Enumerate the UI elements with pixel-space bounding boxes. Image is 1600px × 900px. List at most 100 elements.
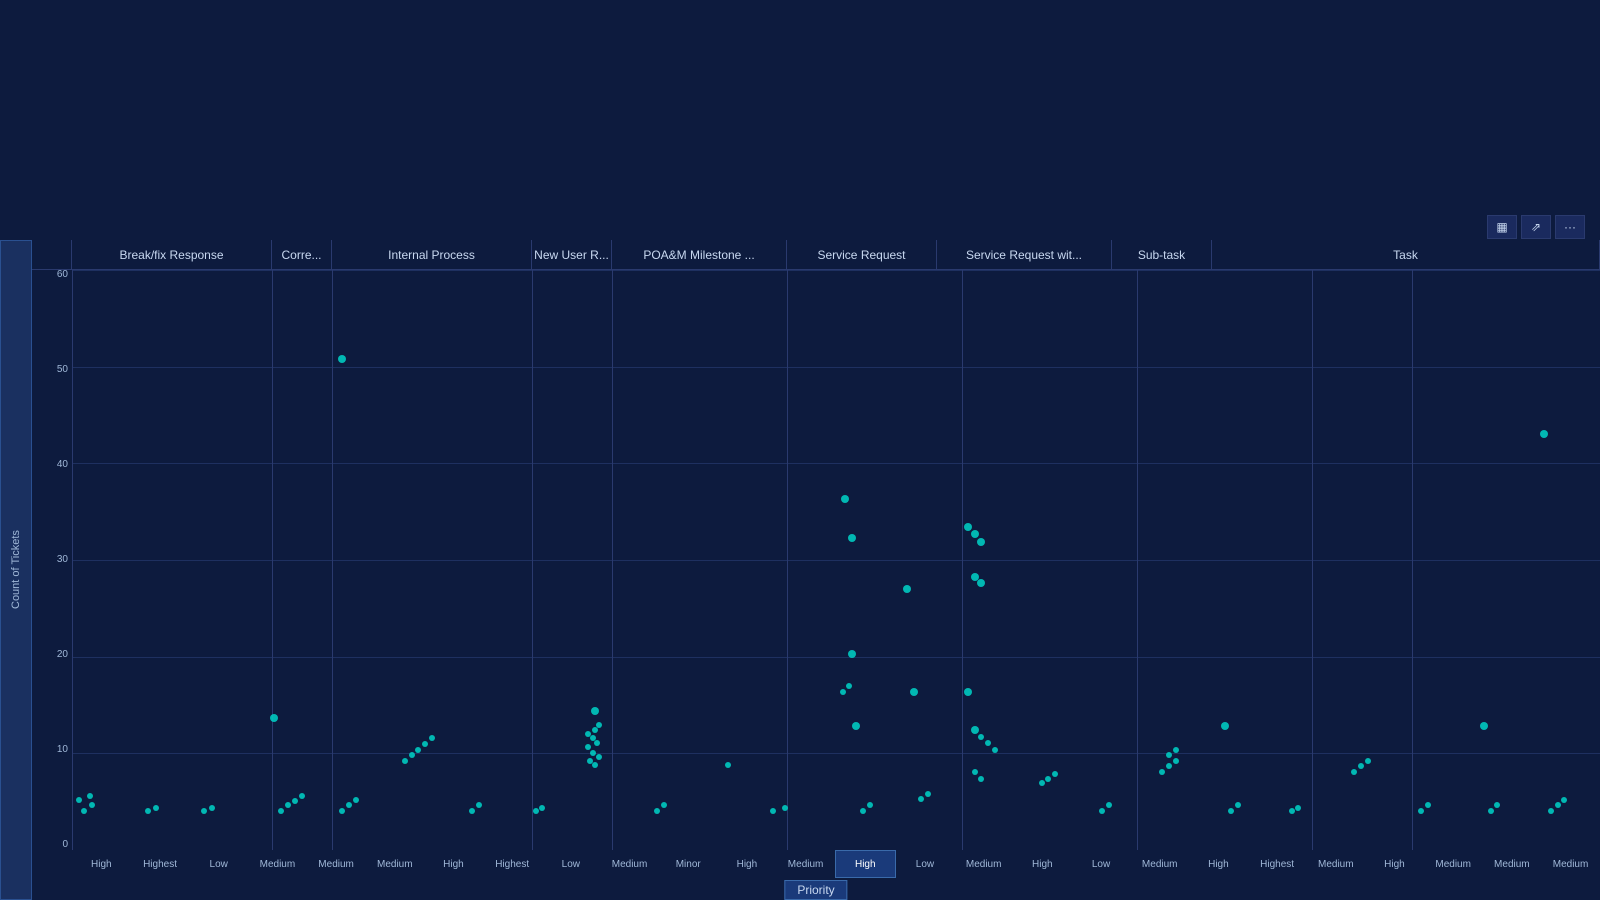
data-dot bbox=[596, 754, 602, 760]
v-line-8 bbox=[1312, 270, 1313, 850]
data-dot bbox=[971, 573, 979, 581]
data-dot bbox=[596, 722, 602, 728]
filter-button[interactable]: ▦ bbox=[1487, 215, 1517, 239]
data-dot bbox=[1351, 769, 1357, 775]
data-dot bbox=[299, 793, 305, 799]
data-dot bbox=[1173, 747, 1179, 753]
data-dot bbox=[594, 740, 600, 746]
x-label-nu-med: Medium bbox=[776, 850, 835, 878]
data-dot bbox=[1358, 763, 1364, 769]
data-dot bbox=[1166, 752, 1172, 758]
x-label-ip-highest: Highest bbox=[483, 850, 542, 878]
grid-line-20 bbox=[72, 657, 1600, 658]
data-dot bbox=[1365, 758, 1371, 764]
x-label-ip-minor: Minor bbox=[659, 850, 718, 878]
data-dot bbox=[1173, 758, 1179, 764]
data-dot bbox=[1221, 722, 1229, 730]
col-header-corre: Corre... bbox=[272, 240, 332, 269]
data-dot bbox=[81, 808, 87, 814]
data-dot bbox=[972, 769, 978, 775]
x-axis-title: Priority bbox=[784, 880, 847, 900]
v-line-3 bbox=[532, 270, 533, 850]
y-tick-50: 50 bbox=[32, 365, 68, 375]
x-label-t-med1: Medium bbox=[1483, 850, 1542, 878]
data-dot bbox=[1555, 802, 1561, 808]
data-dot bbox=[977, 579, 985, 587]
data-dot bbox=[1289, 808, 1295, 814]
data-dot bbox=[1418, 808, 1424, 814]
data-dot bbox=[1480, 722, 1488, 730]
data-dot bbox=[1494, 802, 1500, 808]
data-dot bbox=[925, 791, 931, 797]
data-dot bbox=[903, 585, 911, 593]
grid-line-30 bbox=[72, 560, 1600, 561]
data-dot bbox=[429, 735, 435, 741]
x-label-poam-med: Medium bbox=[954, 850, 1013, 878]
y-tick-20: 20 bbox=[32, 650, 68, 660]
col-header-breakfix: Break/fix Response bbox=[72, 240, 272, 269]
data-dot bbox=[1488, 808, 1494, 814]
data-dot bbox=[587, 758, 593, 764]
data-dot bbox=[585, 731, 591, 737]
data-dot bbox=[1099, 808, 1105, 814]
x-label-srw-high: High bbox=[1189, 850, 1248, 878]
plot-area: 60 50 40 30 20 10 0 bbox=[32, 270, 1600, 850]
x-label-t-med2: Medium bbox=[1541, 850, 1600, 878]
data-dot bbox=[978, 734, 984, 740]
data-dot bbox=[1425, 802, 1431, 808]
col-header-subtask: Sub-task bbox=[1112, 240, 1212, 269]
data-dot bbox=[840, 689, 846, 695]
data-dot bbox=[270, 714, 278, 722]
data-dot bbox=[591, 707, 599, 715]
data-dot bbox=[209, 805, 215, 811]
y-tick-40: 40 bbox=[32, 460, 68, 470]
data-dot bbox=[338, 355, 346, 363]
v-line-6 bbox=[962, 270, 963, 850]
data-dot bbox=[1228, 808, 1234, 814]
x-axis-title-row: Priority bbox=[32, 878, 1600, 900]
x-labels-row: High Highest Low Medium Medium Medium Hi… bbox=[72, 850, 1600, 878]
data-dot bbox=[848, 650, 856, 658]
data-dot bbox=[346, 802, 352, 808]
y-tick-10: 10 bbox=[32, 745, 68, 755]
x-label-srw-med: Medium bbox=[1306, 850, 1365, 878]
data-dot bbox=[469, 808, 475, 814]
data-dot bbox=[971, 530, 979, 538]
data-dot bbox=[1235, 802, 1241, 808]
more-button[interactable]: ··· bbox=[1555, 215, 1585, 239]
data-dot bbox=[89, 802, 95, 808]
col-header-task: Task bbox=[1212, 240, 1600, 269]
column-headers: Break/fix Response Corre... Internal Pro… bbox=[32, 240, 1600, 270]
data-dot bbox=[1540, 430, 1548, 438]
expand-button[interactable]: ⇗ bbox=[1521, 215, 1551, 239]
data-dot bbox=[918, 796, 924, 802]
data-dot bbox=[782, 805, 788, 811]
x-label-nu-high: High bbox=[718, 850, 777, 878]
data-dot bbox=[402, 758, 408, 764]
v-line-2 bbox=[332, 270, 333, 850]
v-line-4 bbox=[612, 270, 613, 850]
data-dot bbox=[971, 726, 979, 734]
grid-line-60 bbox=[72, 270, 1600, 271]
y-axis-label[interactable]: Count of Tickets bbox=[0, 240, 32, 900]
data-dot bbox=[153, 805, 159, 811]
grid-line-10 bbox=[72, 753, 1600, 754]
x-label-srw-highest: Highest bbox=[1248, 850, 1307, 878]
y-tick-0: 0 bbox=[32, 840, 68, 850]
grid-line-50 bbox=[72, 367, 1600, 368]
data-dot bbox=[539, 805, 545, 811]
data-dot bbox=[852, 722, 860, 730]
x-label-ip-low: Low bbox=[542, 850, 601, 878]
toolbar: ▦ ⇗ ··· bbox=[1487, 215, 1585, 239]
x-label-poam-low: Low bbox=[896, 850, 955, 878]
y-tick-30: 30 bbox=[32, 555, 68, 565]
data-dot bbox=[476, 802, 482, 808]
data-dot bbox=[585, 744, 591, 750]
data-dot bbox=[87, 793, 93, 799]
data-dot bbox=[1159, 769, 1165, 775]
x-label-sr-med: Medium bbox=[1130, 850, 1189, 878]
data-dot bbox=[1039, 780, 1045, 786]
data-dot bbox=[590, 750, 596, 756]
top-area bbox=[0, 0, 1600, 230]
col-header-srw: Service Request wit... bbox=[937, 240, 1112, 269]
